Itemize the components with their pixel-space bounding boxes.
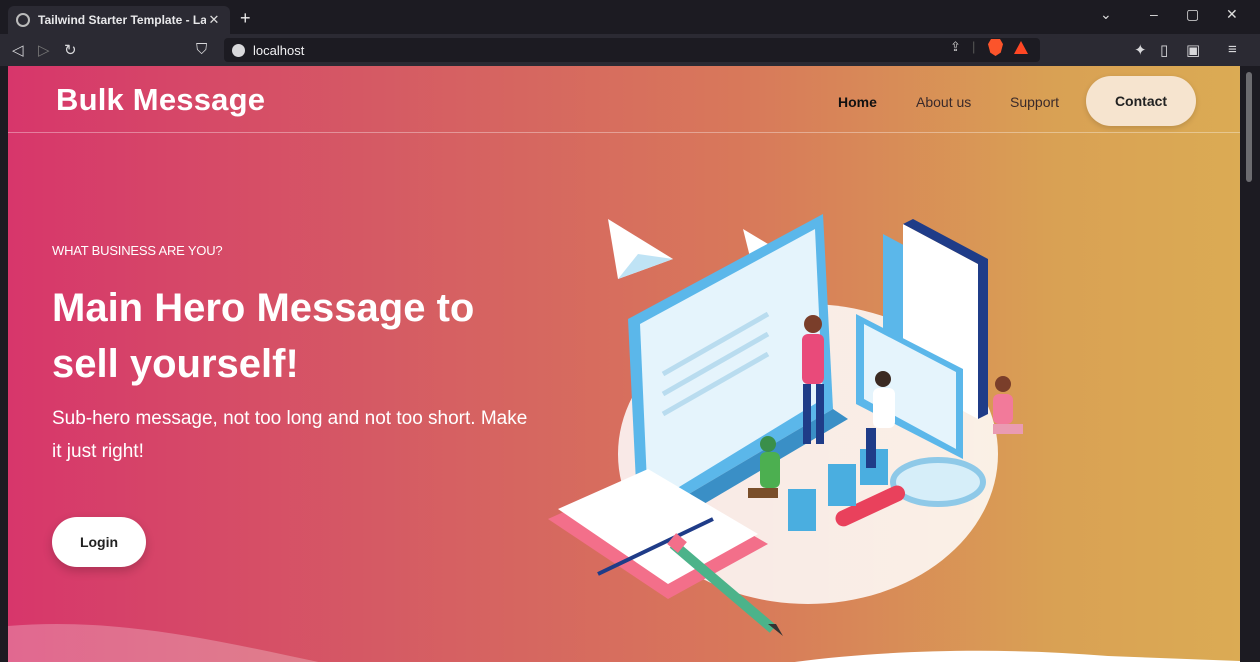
nav-home[interactable]: Home: [838, 94, 877, 110]
share-icon[interactable]: ⇪: [950, 39, 961, 55]
extensions-icon[interactable]: ✦: [1134, 41, 1147, 59]
login-button[interactable]: Login: [52, 517, 146, 567]
reload-icon[interactable]: ↻: [64, 41, 77, 59]
tab-list-icon[interactable]: ⌄: [1100, 6, 1112, 23]
tab-close-icon[interactable]: ✕: [206, 12, 222, 28]
header-divider: [8, 132, 1240, 133]
bookmark-icon[interactable]: ⛉: [196, 41, 207, 58]
address-bar[interactable]: localhost: [224, 38, 1040, 62]
landing-page: Bulk Message Home About us Support Conta…: [8, 66, 1240, 662]
hero-illustration: [548, 214, 1023, 636]
menu-icon[interactable]: ≡: [1228, 41, 1237, 58]
nav-support[interactable]: Support: [1010, 94, 1059, 110]
brave-rewards-icon[interactable]: [1014, 41, 1028, 54]
wallet-icon[interactable]: ▣: [1186, 41, 1200, 59]
url-divider: |: [972, 39, 976, 54]
brand-logo[interactable]: Bulk Message: [56, 82, 265, 118]
browser-toolbar: ◁ ▷ ↻ ⛉ localhost ⇪ | ✦ ▯ ▣ ≡: [0, 34, 1260, 66]
tab-title: Tailwind Starter Template - Landir: [38, 13, 206, 27]
site-info-icon[interactable]: [232, 43, 245, 57]
hero-eyebrow: WHAT BUSINESS ARE YOU?: [52, 243, 223, 258]
contact-button[interactable]: Contact: [1086, 76, 1196, 126]
hero-subtitle: Sub-hero message, not too long and not t…: [52, 408, 528, 462]
browser-tab[interactable]: Tailwind Starter Template - Landir ✕: [8, 6, 230, 34]
hero-title: Main Hero Message to sell yourself!: [52, 286, 475, 386]
minimize-button[interactable]: –: [1150, 6, 1158, 22]
back-icon[interactable]: ◁: [12, 41, 24, 59]
restore-button[interactable]: ▢: [1186, 6, 1199, 23]
bottom-wave: [8, 624, 1240, 662]
url-text: localhost: [253, 42, 305, 58]
forward-icon[interactable]: ▷: [38, 41, 50, 59]
sidebar-icon[interactable]: ▯: [1160, 41, 1168, 59]
browser-tab-bar: Tailwind Starter Template - Landir ✕ + ⌄…: [0, 0, 1260, 34]
scrollbar-thumb[interactable]: [1246, 72, 1252, 182]
nav-about-us[interactable]: About us: [916, 94, 971, 110]
close-window-button[interactable]: ✕: [1226, 6, 1238, 23]
globe-icon: [16, 13, 30, 27]
new-tab-button[interactable]: +: [240, 8, 251, 29]
page-scrollbar[interactable]: [1240, 66, 1260, 662]
